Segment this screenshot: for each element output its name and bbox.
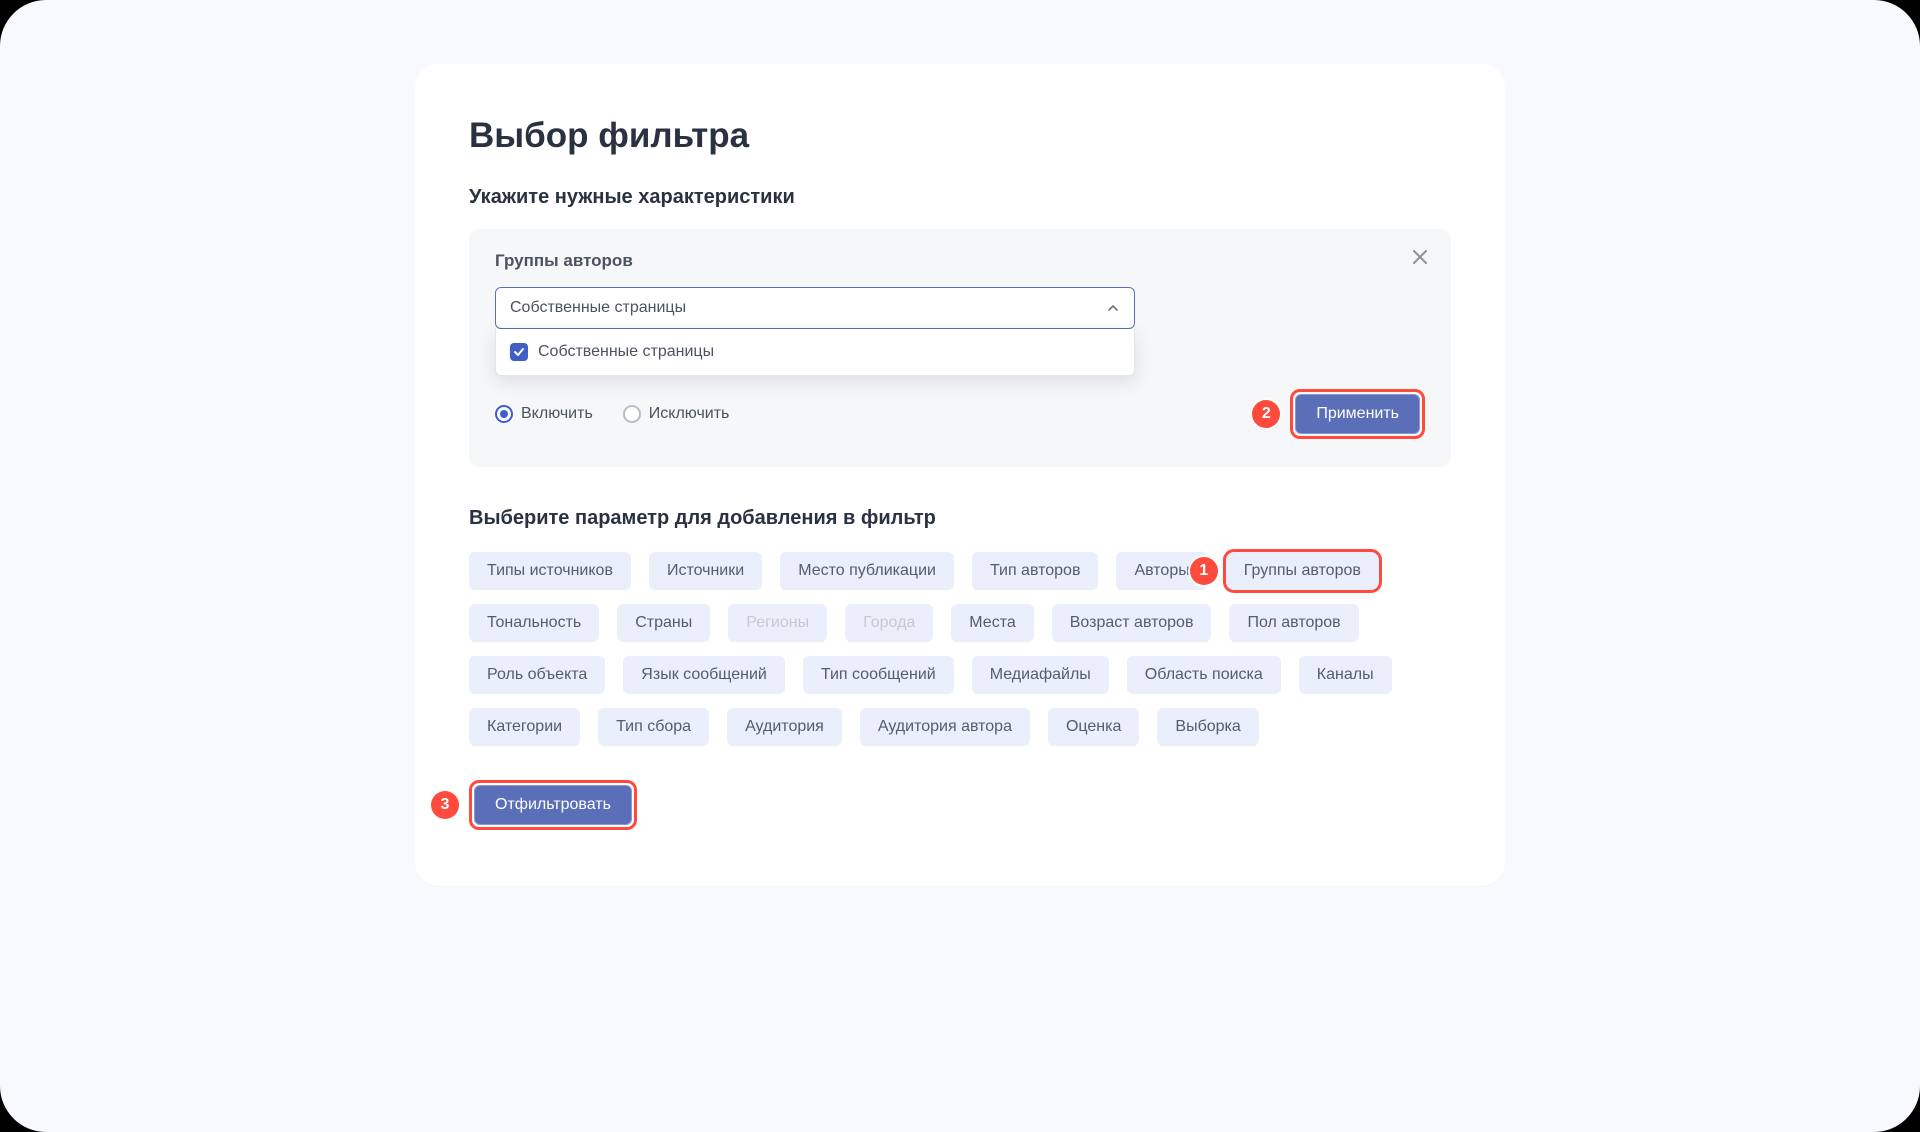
radio-exclude-label: Исключить	[649, 405, 730, 423]
param-chip-label: Оценка	[1066, 718, 1121, 735]
param-chip[interactable]: Выборка	[1157, 708, 1258, 746]
param-chip-label: Категории	[487, 718, 562, 735]
select-option-label: Собственные страницы	[538, 343, 714, 361]
param-chip-label: Тональность	[487, 614, 581, 631]
step-badge-3: 3	[431, 791, 459, 819]
param-chip[interactable]: Места	[951, 604, 1033, 642]
filter-highlight: 3 Отфильтровать	[469, 780, 637, 830]
apply-button[interactable]: Применить	[1295, 394, 1420, 434]
step-badge-2: 2	[1252, 400, 1280, 428]
dialog-card: Выбор фильтра Укажите нужные характерист…	[415, 64, 1505, 886]
param-chip-label: Источники	[667, 562, 744, 579]
param-chip-label: Места	[969, 614, 1015, 631]
select-dropdown: Собственные страницы	[495, 329, 1135, 376]
param-chip[interactable]: Тип сбора	[598, 708, 709, 746]
param-chip[interactable]: Каналы	[1299, 656, 1392, 694]
param-chip[interactable]: Роль объекта	[469, 656, 605, 694]
param-chip-label: Тип авторов	[990, 562, 1081, 579]
author-groups-select[interactable]: Собственные страницы Собственные страниц…	[495, 287, 1135, 329]
checkbox-checked-icon[interactable]	[510, 343, 528, 361]
param-chip[interactable]: Группы авторов1	[1226, 552, 1379, 590]
param-chip-label: Города	[863, 614, 915, 631]
chevron-up-icon	[1106, 301, 1120, 315]
param-chip[interactable]: Источники	[649, 552, 762, 590]
param-chip-label: Область поиска	[1145, 666, 1263, 683]
param-chip-label: Каналы	[1317, 666, 1374, 683]
param-chip-label: Группы авторов	[1244, 562, 1361, 579]
param-chip: Регионы	[728, 604, 827, 642]
param-chip-label: Пол авторов	[1247, 614, 1340, 631]
panel-label: Группы авторов	[495, 251, 1425, 271]
param-chip[interactable]: Типы источников	[469, 552, 631, 590]
param-chip[interactable]: Место публикации	[780, 552, 954, 590]
filter-button[interactable]: Отфильтровать	[474, 785, 632, 825]
param-chip-label: Тип сообщений	[821, 666, 936, 683]
radio-include[interactable]: Включить	[495, 405, 593, 423]
apply-highlight: 2 Применить	[1290, 389, 1425, 439]
radio-dot-icon	[623, 405, 641, 423]
param-chip: Города	[845, 604, 933, 642]
select-box[interactable]: Собственные страницы	[495, 287, 1135, 329]
step-badge-1: 1	[1190, 557, 1218, 585]
param-chip[interactable]: Область поиска	[1127, 656, 1281, 694]
param-chip[interactable]: Тип авторов	[972, 552, 1099, 590]
filter-panel: Группы авторов Собственные страницы Собс…	[469, 229, 1451, 467]
param-chip[interactable]: Возраст авторов	[1052, 604, 1212, 642]
param-chip[interactable]: Страны	[617, 604, 710, 642]
param-chip[interactable]: Пол авторов	[1229, 604, 1358, 642]
param-chip-label: Возраст авторов	[1070, 614, 1194, 631]
radio-exclude[interactable]: Исключить	[623, 405, 730, 423]
param-chip-label: Аудитория автора	[878, 718, 1012, 735]
param-chip-label: Авторы	[1134, 562, 1189, 579]
select-value: Собственные страницы	[510, 299, 686, 317]
params-chip-list: Типы источников Источники Место публикации…	[469, 552, 1451, 746]
page-viewport: Выбор фильтра Укажите нужные характерист…	[0, 0, 1920, 1132]
close-icon[interactable]	[1411, 249, 1429, 267]
param-chip-label: Регионы	[746, 614, 809, 631]
param-chip-label: Роль объекта	[487, 666, 587, 683]
dialog-subtitle: Укажите нужные характеристики	[469, 186, 1451, 209]
param-chip[interactable]: Аудитория автора	[860, 708, 1030, 746]
include-exclude-radios: Включить Исключить	[495, 405, 729, 423]
select-option[interactable]: Собственные страницы	[506, 337, 1124, 367]
param-chip[interactable]: Тональность	[469, 604, 599, 642]
radio-include-label: Включить	[521, 405, 593, 423]
dialog-title: Выбор фильтра	[469, 116, 1451, 156]
param-chip[interactable]: Категории	[469, 708, 580, 746]
param-chip[interactable]: Медиафайлы	[972, 656, 1109, 694]
param-chip-label: Страны	[635, 614, 692, 631]
param-chip-label: Место публикации	[798, 562, 936, 579]
radio-dot-selected-icon	[495, 405, 513, 423]
param-chip-label: Выборка	[1175, 718, 1240, 735]
param-chip-label: Тип сбора	[616, 718, 691, 735]
param-chip[interactable]: Оценка	[1048, 708, 1139, 746]
param-chip-label: Типы источников	[487, 562, 613, 579]
param-chip[interactable]: Тип сообщений	[803, 656, 954, 694]
param-chip-label: Язык сообщений	[641, 666, 767, 683]
params-title: Выберите параметр для добавления в фильт…	[469, 507, 1451, 530]
param-chip[interactable]: Аудитория	[727, 708, 842, 746]
param-chip-label: Аудитория	[745, 718, 824, 735]
param-chip-label: Медиафайлы	[990, 666, 1091, 683]
param-chip[interactable]: Язык сообщений	[623, 656, 785, 694]
